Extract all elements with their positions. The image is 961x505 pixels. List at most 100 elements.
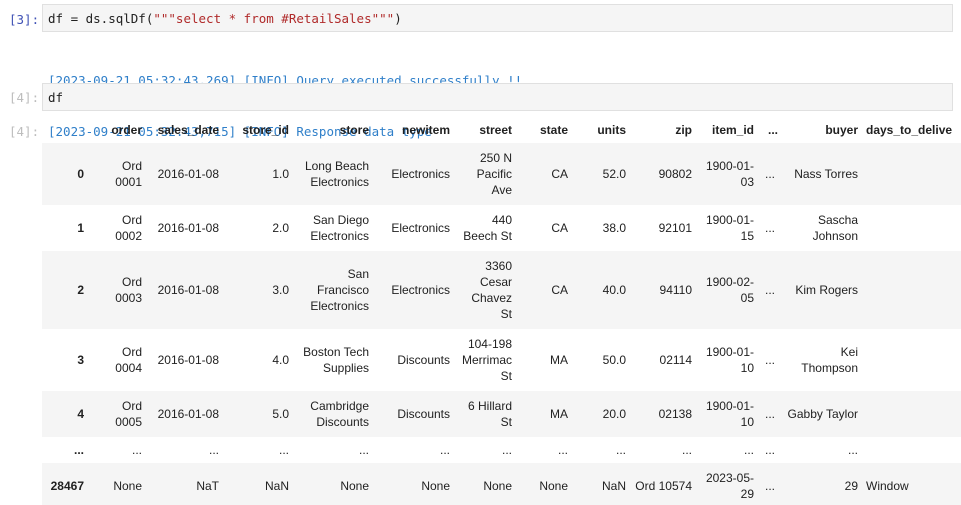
table-cell: ...: [758, 391, 782, 437]
code-text-prefix: df = ds.sqlDf(: [48, 10, 154, 26]
table-cell: 5.0: [223, 391, 293, 437]
table-cell: San Diego Electronics: [310, 213, 369, 243]
code-text-suffix: ): [394, 10, 402, 26]
table-cell: ...: [847, 443, 858, 457]
table-cell: 1.0: [223, 143, 293, 205]
table-cell: ...: [758, 251, 782, 329]
table-cell: 38.0: [602, 221, 626, 235]
column-header: item_id: [711, 123, 754, 137]
dataframe-output[interactable]: order sales_date store_id store newitem stree…: [42, 117, 961, 505]
table-cell: 2023-05-29: [696, 463, 758, 505]
column-header: units: [597, 123, 626, 137]
table-cell: 20.0: [572, 391, 630, 437]
table-cell: Ord 0001: [88, 143, 146, 205]
table-cell: 3: [862, 205, 961, 251]
table-cell: 2016-01-08: [157, 353, 219, 367]
table-cell: Long Beach Electronics: [293, 143, 373, 205]
table-cell: 4: [862, 329, 961, 391]
table-cell: ...: [131, 443, 142, 457]
code-cell-3[interactable]: df = ds.sqlDf("""select * from #RetailSa…: [42, 4, 953, 32]
table-cell: 02114: [659, 353, 692, 367]
column-header: ...: [767, 123, 778, 137]
table-cell: ...: [764, 221, 775, 235]
table-cell: 104-198 Merrimac St: [462, 337, 512, 383]
row-index: ...: [73, 443, 84, 457]
table-cell: ...: [764, 353, 775, 367]
table-cell: ...: [758, 143, 782, 205]
table-cell: 440 Beech St: [463, 213, 512, 243]
column-header: store_id: [242, 123, 289, 137]
table-cell: 92101: [658, 221, 692, 235]
table-cell: Kei Thompson: [801, 345, 858, 375]
column-header: days_to_delive: [866, 123, 953, 137]
table-cell: ...: [557, 443, 568, 457]
table-cell: Ord 0005: [88, 391, 146, 437]
table-cell: 2016-01-08: [146, 143, 223, 205]
table-cell: 250 N Pacific Ave: [454, 143, 516, 205]
table-cell: ...: [681, 443, 692, 457]
table-cell: Ord 0003: [88, 251, 146, 329]
cell-4-prompt: [4]:: [9, 90, 40, 105]
table-cell: 94110: [630, 251, 696, 329]
column-header: buyer: [825, 123, 858, 137]
table-cell: MA: [550, 353, 568, 367]
table-cell: 1900-01-10: [696, 391, 758, 437]
cell-3-prompt: [3]:: [9, 12, 40, 27]
table-row: 3 Ord 0004 2016-01-08 4.0 Boston Tech Suppli…: [42, 329, 961, 391]
table-cell: ...: [764, 443, 775, 457]
table-cell: ...: [208, 443, 219, 457]
table-cell: 2016-01-08: [146, 391, 223, 437]
table-cell: 1900-01-15: [705, 213, 754, 243]
dataframe-table: order sales_date store_id store newitem stree…: [42, 117, 961, 505]
code-cell-4[interactable]: df: [42, 83, 953, 111]
column-header: state: [539, 123, 568, 137]
column-header: store: [339, 123, 369, 137]
table-cell: San Francisco Electronics: [293, 251, 373, 329]
table-cell: ...: [439, 443, 450, 457]
table-cell: None: [373, 463, 454, 505]
table-cell: Discounts: [373, 391, 454, 437]
table-cell: 3360 Cesar Chavez St: [454, 251, 516, 329]
table-cell: Ord 10574: [630, 463, 696, 505]
table-cell: ...: [862, 437, 961, 463]
table-cell: None: [293, 463, 373, 505]
table-cell: CA: [551, 221, 568, 235]
table-cell: 4.0: [272, 353, 289, 367]
table-cell: Electronics: [373, 143, 454, 205]
table-cell: Sascha Johnson: [812, 213, 858, 243]
table-cell: 2.0: [272, 221, 289, 235]
column-header: street: [479, 123, 512, 137]
table-cell: 90802: [630, 143, 696, 205]
table-cell: Boston Tech Supplies: [303, 345, 369, 375]
table-cell: Electronics: [373, 251, 454, 329]
table-cell: Ord 0004: [115, 345, 142, 375]
row-index: 1: [77, 221, 84, 235]
table-cell: MA: [516, 391, 572, 437]
table-cell: 1900-01-10: [705, 345, 754, 375]
table-cell: Discounts: [397, 353, 450, 367]
table-cell: None: [516, 463, 572, 505]
table-cell: 4: [862, 251, 961, 329]
table-cell: ...: [358, 443, 369, 457]
table-row: 2 Ord 0003 2016-01-08 3.0 San Francisco Elec…: [42, 251, 961, 329]
table-cell: CA: [516, 251, 572, 329]
table-cell: Gabby Taylor: [782, 391, 862, 437]
column-header: order: [111, 123, 142, 137]
column-header: newitem: [401, 123, 450, 137]
table-cell: 2016-01-08: [157, 221, 219, 235]
table-cell: 3.0: [223, 251, 293, 329]
table-cell: NaN: [223, 463, 293, 505]
column-header: sales_date: [157, 123, 219, 137]
table-cell: 6 Hillard St: [454, 391, 516, 437]
code-text-string: """select * from #RetailSales""": [153, 10, 395, 26]
header-row: order sales_date store_id store newitem stree…: [42, 117, 961, 143]
table-cell: 40.0: [572, 251, 630, 329]
table-cell: 52.0: [572, 143, 630, 205]
table-cell: NaT: [146, 463, 223, 505]
table-cell: 4: [862, 143, 961, 205]
table-cell: Kim Rogers: [782, 251, 862, 329]
table-row: 4 Ord 0005 2016-01-08 5.0 Cambridge Discount…: [42, 391, 961, 437]
table-cell: Window: [862, 463, 961, 505]
table-cell: ...: [615, 443, 626, 457]
table-cell: NaN: [572, 463, 630, 505]
